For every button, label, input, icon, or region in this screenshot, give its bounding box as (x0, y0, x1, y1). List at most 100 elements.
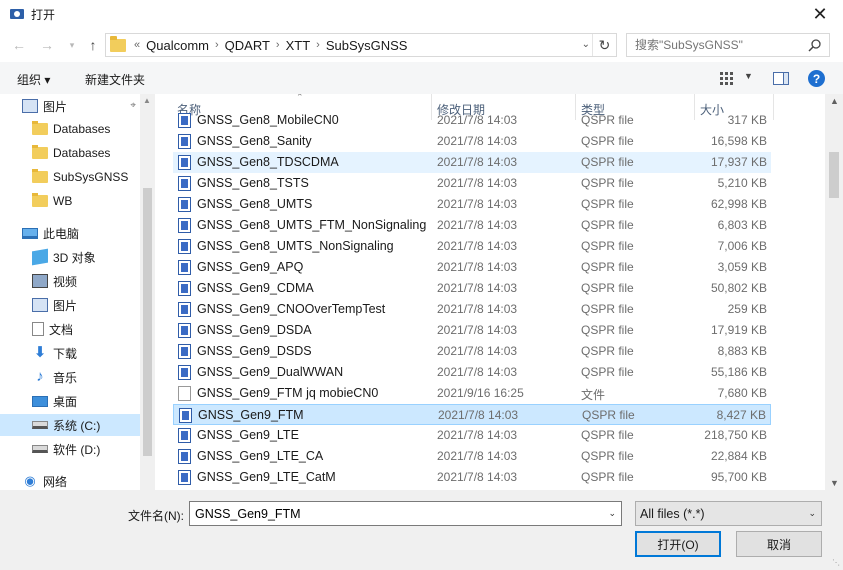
breadcrumb-xtt[interactable]: XTT (286, 38, 311, 53)
help-icon[interactable]: ? (808, 70, 825, 87)
desktop-icon (32, 395, 48, 407)
scroll-up-icon[interactable]: ▲ (143, 96, 151, 105)
file-row[interactable]: GNSS_Gen9_DSDA 2021/7/8 14:03 QSPR file 17,… (173, 320, 771, 341)
scroll-down-icon[interactable]: ▼ (830, 478, 839, 488)
nav-item-7[interactable]: 视频 (0, 270, 140, 292)
file-date: 2021/7/8 14:03 (437, 428, 518, 442)
open-button[interactable]: 打开(O) (635, 531, 721, 557)
search-input[interactable] (635, 38, 813, 52)
nav-item-11[interactable]: ♪ 音乐 (0, 366, 140, 388)
file-type: QSPR file (581, 218, 634, 232)
forward-arrow-icon[interactable]: → (36, 34, 58, 56)
nav-item-6[interactable]: 3D 对象 (0, 246, 140, 268)
file-date: 2021/7/8 14:03 (437, 176, 518, 190)
file-row[interactable]: GNSS_Gen9_CDMA 2021/7/8 14:03 QSPR file 50,… (173, 278, 771, 299)
nav-item-1[interactable]: Databases (0, 118, 140, 140)
nav-item-14[interactable]: 软件 (D:) (0, 438, 140, 460)
resize-grip-icon[interactable]: ⋱ (832, 558, 840, 567)
nav-item-10[interactable]: ⬇ 下载 (0, 342, 140, 364)
file-list-scrollbar-thumb[interactable] (829, 152, 839, 198)
nav-item-0[interactable]: 图片 ⌖ (0, 95, 140, 117)
search-icon[interactable] (807, 37, 823, 53)
file-row[interactable]: GNSS_Gen9_LTE_CA 2021/7/8 14:03 QSPR file 2… (173, 446, 771, 467)
column-divider[interactable] (773, 94, 774, 120)
qspr-file-icon (178, 302, 191, 317)
chevron-down-icon[interactable]: ⌄ (608, 508, 616, 519)
close-button[interactable]: ✕ (797, 0, 843, 28)
file-row[interactable]: GNSS_Gen8_TSTS 2021/7/8 14:03 QSPR file 5,2… (173, 173, 771, 194)
nav-scrollbar[interactable]: ▲ (140, 94, 155, 490)
window-title: 打开 (31, 8, 56, 22)
file-row[interactable]: GNSS_Gen8_UMTS_NonSignaling 2021/7/8 14:0… (173, 236, 771, 257)
file-row[interactable]: GNSS_Gen9_DualWWAN 2021/7/8 14:03 QSPR fil… (173, 362, 771, 383)
view-dropdown-icon[interactable]: ▼ (744, 71, 753, 81)
file-name: GNSS_Gen9_FTM jq mobieCN0 (197, 386, 379, 400)
nav-scrollbar-thumb[interactable] (143, 188, 152, 456)
new-folder-button[interactable]: 新建文件夹 (85, 71, 145, 88)
file-type-select[interactable]: All files (*.*) ⌄ (635, 501, 822, 526)
cancel-button[interactable]: 取消 (736, 531, 822, 557)
organize-menu-button[interactable]: 组织 ▾ (17, 71, 50, 88)
up-arrow-icon[interactable]: ↑ (82, 34, 104, 56)
file-row[interactable]: GNSS_Gen8_Sanity 2021/7/8 14:03 QSPR file 1… (173, 131, 771, 152)
file-row[interactable]: GNSS_Gen9_LTE 2021/7/8 14:03 QSPR file 218,… (173, 425, 771, 446)
file-name: GNSS_Gen8_MobileCN0 (197, 113, 339, 127)
drive-icon (32, 421, 48, 429)
file-row[interactable]: GNSS_Gen8_UMTS_FTM_NonSignaling 2021/7/8 … (173, 215, 771, 236)
file-row[interactable]: GNSS_Gen8_MobileCN0 2021/7/8 14:03 QSPR fi… (173, 110, 771, 131)
pin-icon: ⌖ (130, 100, 136, 111)
chevron-right-icon[interactable]: › (316, 39, 320, 51)
breadcrumb-qdart[interactable]: QDART (225, 38, 270, 53)
file-row[interactable]: GNSS_Gen8_TDSCDMA 2021/7/8 14:03 QSPR file… (173, 152, 771, 173)
file-name: GNSS_Gen8_UMTS_NonSignaling (197, 239, 394, 253)
file-name: GNSS_Gen8_TSTS (197, 176, 309, 190)
qspr-file-icon (178, 449, 191, 464)
recent-locations-dropdown-icon[interactable]: ▾ (61, 34, 83, 56)
nav-item-4[interactable]: WB (0, 190, 140, 212)
file-icon (178, 386, 191, 401)
address-dropdown-icon[interactable]: ⌄ (582, 39, 590, 50)
view-options-icon[interactable] (720, 71, 736, 85)
breadcrumb-qualcomm[interactable]: Qualcomm (146, 38, 209, 53)
search-box[interactable] (626, 33, 830, 57)
scroll-up-icon[interactable]: ▲ (830, 96, 839, 106)
filename-combobox[interactable]: ⌄ (189, 501, 622, 526)
preview-pane-icon[interactable] (773, 72, 789, 85)
documents-icon (32, 322, 44, 336)
filename-input[interactable] (190, 502, 590, 525)
file-row[interactable]: GNSS_Gen9_DSDS 2021/7/8 14:03 QSPR file 8,8… (173, 341, 771, 362)
breadcrumb-overflow[interactable]: « (134, 39, 140, 51)
file-date: 2021/7/8 14:03 (437, 449, 518, 463)
address-bar[interactable]: « Qualcomm › QDART › XTT › SubSysGNSS ⌄ … (105, 33, 617, 57)
navigation-pane: ▲ 图片 ⌖ Databases Databases SubSysGNSS WB 此电脑 3D… (0, 94, 155, 490)
refresh-icon[interactable]: ↻ (592, 34, 616, 56)
file-row[interactable]: GNSS_Gen9_LTE_CatM 2021/7/8 14:03 QSPR fil… (173, 467, 771, 488)
breadcrumb-subsysgnss[interactable]: SubSysGNSS (326, 38, 408, 53)
nav-item-15[interactable]: ◉ 网络 (0, 470, 140, 490)
file-date: 2021/7/8 14:03 (438, 408, 519, 422)
file-row[interactable]: GNSS_Gen9_APQ 2021/7/8 14:03 QSPR file 3,05… (173, 257, 771, 278)
nav-item-12[interactable]: 桌面 (0, 390, 140, 412)
chevron-right-icon[interactable]: › (215, 39, 219, 51)
back-arrow-icon[interactable]: ← (8, 34, 30, 56)
toolbar: 组织 ▾ 新建文件夹 ▼ ? (0, 62, 843, 94)
file-list-scrollbar[interactable]: ▲ ▼ (825, 94, 843, 490)
file-type-value: All files (*.*) (640, 507, 705, 521)
nav-item-9[interactable]: 文档 (0, 318, 140, 340)
file-row[interactable]: GNSS_Gen9_FTM 2021/7/8 14:03 QSPR file 8,42… (173, 404, 771, 425)
file-row[interactable]: GNSS_Gen9_FTM jq mobieCN0 2021/9/16 16:25… (173, 383, 771, 404)
nav-item-3[interactable]: SubSysGNSS (0, 166, 140, 188)
file-name: GNSS_Gen9_LTE_CatM (197, 470, 336, 484)
file-date: 2021/7/8 14:03 (437, 302, 518, 316)
nav-item-label: 图片 (43, 99, 68, 114)
nav-item-2[interactable]: Databases (0, 142, 140, 164)
file-row[interactable]: GNSS_Gen9_CNOOverTempTest 2021/7/8 14:03 Q… (173, 299, 771, 320)
nav-item-8[interactable]: 图片 (0, 294, 140, 316)
nav-item-5[interactable]: 此电脑 (0, 222, 140, 244)
file-row[interactable]: GNSS_Gen8_UMTS 2021/7/8 14:03 QSPR file 62,… (173, 194, 771, 215)
nav-item-13[interactable]: 系统 (C:) (0, 414, 140, 436)
chevron-right-icon[interactable]: › (276, 39, 280, 51)
nav-item-label: 视频 (53, 274, 78, 289)
3d-objects-icon (32, 248, 48, 266)
chevron-down-icon[interactable]: ⌄ (808, 508, 816, 519)
